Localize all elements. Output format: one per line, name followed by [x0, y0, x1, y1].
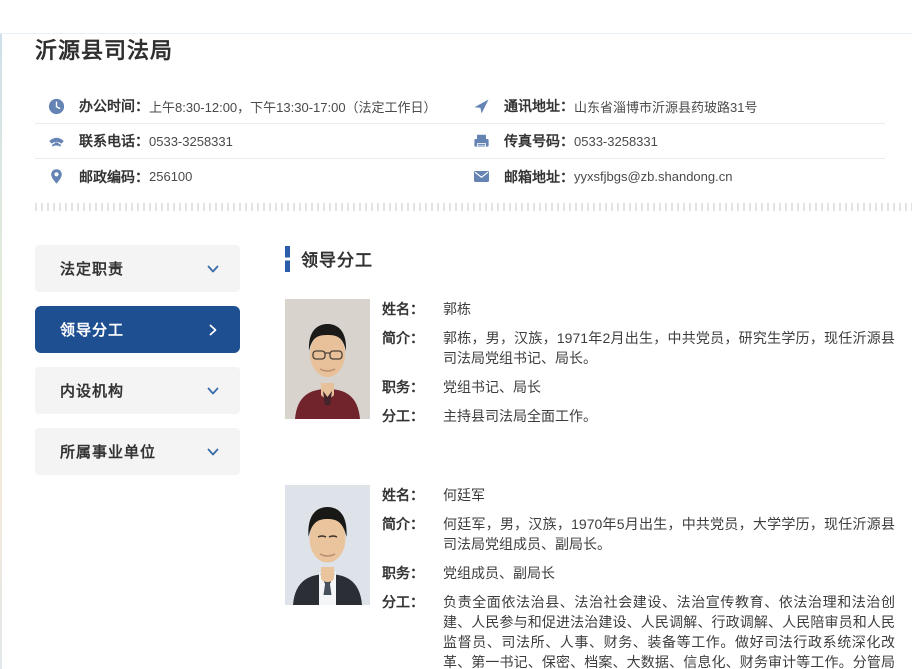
contact-email: 邮箱地址： yyxsfjbgs@zb.shandong.cn — [460, 159, 885, 194]
field-value: 主持县司法局全面工作。 — [443, 406, 895, 426]
sidebar-item-label: 领导分工 — [60, 319, 124, 340]
main-content: 领导分工 — [285, 245, 895, 669]
field-label: 姓名： — [382, 485, 443, 505]
sidebar-item-affiliated-units[interactable]: 所属事业单位 — [35, 428, 240, 475]
detail-row-division: 分工： 主持县司法局全面工作。 — [382, 406, 895, 426]
field-value: 党组成员、副局长 — [443, 563, 895, 583]
contact-label: 联系电话： — [79, 131, 149, 151]
section-heading: 领导分工 — [285, 245, 895, 272]
field-label: 姓名： — [382, 299, 443, 319]
leader-photo — [285, 485, 370, 605]
detail-row-name: 姓名： 郭栋 — [382, 299, 895, 319]
contact-fax: 传真号码： 0533-3258331 — [460, 124, 885, 159]
leader-profile: 姓名： 郭栋 简介： 郭栋，男，汉族，1971年2月出生，中共党员，研究生学历，… — [285, 299, 895, 435]
field-label: 分工： — [382, 592, 443, 669]
sidebar-item-label: 法定职责 — [60, 258, 124, 279]
contact-value: 上午8:30-12:00，下午13:30-17:00（法定工作日） — [149, 97, 437, 116]
field-value: 郭栋 — [443, 299, 895, 319]
page: 沂源县司法局 办公时间： 上午8:30-12:00，下午13:30-17:00（… — [0, 33, 912, 669]
chevron-right-icon — [206, 323, 220, 337]
contact-label: 邮政编码： — [79, 167, 149, 187]
heading-accent-bar — [285, 246, 290, 272]
contact-address: 通讯地址： 山东省淄博市沂源县药玻路31号 — [460, 89, 885, 124]
mail-icon — [473, 168, 490, 185]
detail-row-intro: 简介： 郭栋，男，汉族，1971年2月出生，中共党员，研究生学历，现任沂源县司法… — [382, 328, 895, 368]
sidebar-item-label: 内设机构 — [60, 380, 124, 401]
fax-icon — [473, 133, 490, 150]
location-arrow-icon — [473, 98, 490, 115]
leader-details: 姓名： 何廷军 简介： 何廷军，男，汉族，1970年5月出生，中共党员，大学学历… — [382, 485, 895, 669]
sidebar-item-internal-orgs[interactable]: 内设机构 — [35, 367, 240, 414]
contact-label: 办公时间： — [79, 96, 149, 116]
sidebar-nav: 法定职责 领导分工 内设机构 所属事业单位 — [35, 245, 240, 669]
field-label: 简介： — [382, 328, 443, 368]
leader-profile: 姓名： 何廷军 简介： 何廷军，男，汉族，1970年5月出生，中共党员，大学学历… — [285, 485, 895, 669]
section-heading-title: 领导分工 — [301, 246, 373, 271]
dotted-divider — [35, 203, 912, 211]
leader-details: 姓名： 郭栋 简介： 郭栋，男，汉族，1971年2月出生，中共党员，研究生学历，… — [382, 299, 895, 435]
field-label: 职务： — [382, 563, 443, 583]
field-value: 负责全面依法治县、法治社会建设、法治宣传教育、依法治理和法治创建、人民参与和促进… — [443, 592, 895, 669]
contact-value: 0533-3258331 — [149, 134, 233, 149]
top-border-line — [0, 33, 912, 34]
chevron-down-icon — [206, 384, 220, 398]
page-title: 沂源县司法局 — [35, 33, 912, 65]
contact-value: 256100 — [149, 169, 192, 184]
left-edge-strip — [0, 33, 2, 669]
contact-info-table: 办公时间： 上午8:30-12:00，下午13:30-17:00（法定工作日） … — [35, 89, 885, 194]
chevron-down-icon — [206, 445, 220, 459]
detail-row-intro: 简介： 何廷军，男，汉族，1970年5月出生，中共党员，大学学历，现任沂源县司法… — [382, 514, 895, 554]
field-value: 党组书记、局长 — [443, 377, 895, 397]
chevron-down-icon — [206, 262, 220, 276]
detail-row-position: 职务： 党组成员、副局长 — [382, 563, 895, 583]
contact-label: 传真号码： — [504, 131, 574, 151]
field-value: 郭栋，男，汉族，1971年2月出生，中共党员，研究生学历，现任沂源县司法局党组书… — [443, 328, 895, 368]
contact-label: 通讯地址： — [504, 96, 574, 116]
phone-icon — [48, 133, 65, 150]
field-label: 简介： — [382, 514, 443, 554]
contact-value: 0533-3258331 — [574, 134, 658, 149]
field-value: 何廷军，男，汉族，1970年5月出生，中共党员，大学学历，现任沂源县司法局党组成… — [443, 514, 895, 554]
sidebar-item-leadership[interactable]: 领导分工 — [35, 306, 240, 353]
contact-postcode: 邮政编码： 256100 — [35, 159, 460, 194]
detail-row-position: 职务： 党组书记、局长 — [382, 377, 895, 397]
clock-icon — [48, 98, 65, 115]
detail-row-division: 分工： 负责全面依法治县、法治社会建设、法治宣传教育、依法治理和法治创建、人民参… — [382, 592, 895, 669]
contact-office-hours: 办公时间： 上午8:30-12:00，下午13:30-17:00（法定工作日） — [35, 89, 460, 124]
sidebar-item-duties[interactable]: 法定职责 — [35, 245, 240, 292]
leader-photo — [285, 299, 370, 419]
detail-row-name: 姓名： 何廷军 — [382, 485, 895, 505]
field-label: 分工： — [382, 406, 443, 426]
sidebar-item-label: 所属事业单位 — [60, 441, 156, 462]
contact-value: yyxsfjbgs@zb.shandong.cn — [574, 169, 732, 184]
field-label: 职务： — [382, 377, 443, 397]
field-value: 何廷军 — [443, 485, 895, 505]
contact-label: 邮箱地址： — [504, 167, 574, 187]
postcode-pin-icon — [48, 168, 65, 185]
contact-phone: 联系电话： 0533-3258331 — [35, 124, 460, 159]
contact-value: 山东省淄博市沂源县药玻路31号 — [574, 97, 757, 116]
